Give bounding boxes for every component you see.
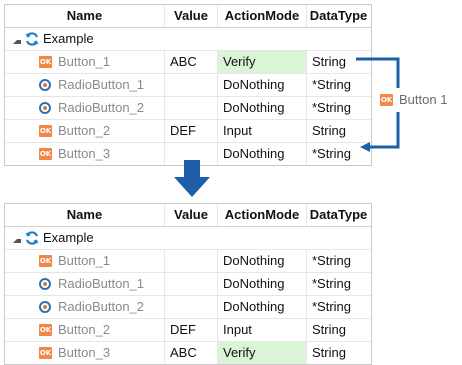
cell-actionmode[interactable]: DoNothing	[218, 250, 307, 272]
table-row[interactable]: RadioButton_1 DoNothing *String	[5, 273, 371, 296]
collapse-triangle-icon[interactable]	[13, 239, 21, 243]
cell-datatype[interactable]: *String	[307, 250, 370, 272]
cell-actionmode[interactable]: Input	[218, 319, 307, 341]
ok-button-icon: OK	[380, 93, 393, 106]
column-header-name[interactable]: Name	[5, 204, 165, 226]
ok-button-icon: OK	[39, 347, 52, 359]
item-name-label: RadioButton_2	[58, 299, 145, 314]
cell-value[interactable]	[165, 250, 218, 272]
ok-button-icon: OK	[39, 255, 52, 267]
cell-datatype[interactable]: String	[307, 319, 370, 341]
cell-datatype[interactable]: *String	[307, 273, 370, 295]
table-row[interactable]: RadioButton_2 DoNothing *String	[5, 296, 371, 319]
cell-name[interactable]: RadioButton_2	[5, 296, 165, 318]
callout-button-1: OK Button 1	[380, 92, 447, 107]
radio-button-icon	[39, 278, 51, 290]
cell-actionmode[interactable]: Verify	[218, 342, 307, 364]
radio-button-icon	[39, 301, 51, 313]
tree-root-row[interactable]: Example	[5, 227, 371, 250]
cell-name[interactable]: OK Button_2	[5, 319, 165, 341]
table-row[interactable]: OK Button_2 DEF Input String	[5, 319, 371, 342]
down-arrow-icon	[174, 160, 210, 197]
column-header-actionmode[interactable]: ActionMode	[218, 204, 307, 226]
item-name-label: Button_2	[58, 322, 111, 337]
column-header-value[interactable]: Value	[165, 204, 218, 226]
cell-value[interactable]: DEF	[165, 319, 218, 341]
cell-value[interactable]	[165, 273, 218, 295]
bottom-data-grid: Name Value ActionMode DataType Example O…	[4, 203, 372, 365]
item-name-label: Button_3	[58, 345, 111, 360]
refresh-icon	[25, 231, 39, 245]
arrow-head-icon	[360, 142, 370, 152]
tree-root-label: Example	[43, 230, 94, 245]
cell-actionmode[interactable]: DoNothing	[218, 296, 307, 318]
cell-value[interactable]: ABC	[165, 342, 218, 364]
cell-name[interactable]: OK Button_1	[5, 250, 165, 272]
item-name-label: RadioButton_1	[58, 276, 145, 291]
grid-header: Name Value ActionMode DataType	[5, 204, 371, 227]
cell-datatype[interactable]: String	[307, 342, 370, 364]
column-header-datatype[interactable]: DataType	[307, 204, 370, 226]
cell-datatype[interactable]: *String	[307, 296, 370, 318]
callout-label: Button 1	[399, 92, 448, 107]
table-row[interactable]: OK Button_3 ABC Verify String	[5, 342, 371, 364]
table-row[interactable]: OK Button_1 DoNothing *String	[5, 250, 371, 273]
cell-value[interactable]	[165, 296, 218, 318]
cell-actionmode[interactable]: DoNothing	[218, 273, 307, 295]
ok-button-icon: OK	[39, 324, 52, 336]
cell-name[interactable]: RadioButton_1	[5, 273, 165, 295]
item-name-label: Button_1	[58, 253, 111, 268]
cell-name[interactable]: OK Button_3	[5, 342, 165, 364]
